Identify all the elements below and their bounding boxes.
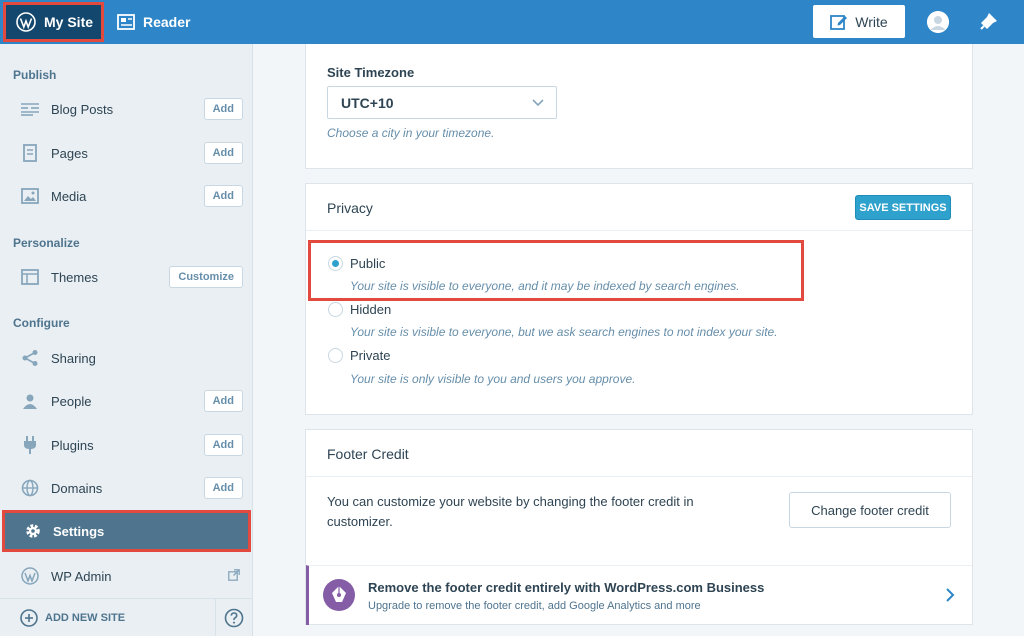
sidebar-footer: ADD NEW SITE [0,598,252,636]
user-avatar-icon [927,11,949,33]
privacy-option-public[interactable]: Public [328,256,385,271]
add-domain-button[interactable]: Add [203,477,243,499]
sidebar-item-label: Blog Posts [51,101,114,117]
add-new-site-label: ADD NEW SITE [45,612,126,624]
customize-button[interactable]: Customize [169,266,243,288]
write-button[interactable]: Write [813,5,905,38]
add-page-button[interactable]: Add [203,142,243,164]
globe-icon [20,478,40,498]
timezone-value: UTC+10 [341,94,394,111]
sidebar-item-label: Pages [51,145,88,161]
privacy-option-hidden[interactable]: Hidden [328,302,391,317]
plus-circle-icon [20,609,38,627]
footer-credit-card: Footer Credit You can customize your web… [305,429,973,625]
add-media-button[interactable]: Add [203,185,243,207]
privacy-card: Privacy SAVE SETTINGS Public Your site i… [305,183,973,415]
sidebar-heading-publish: Publish [13,68,57,82]
bell-icon [980,13,997,30]
footer-credit-text: You can customize your website by changi… [327,494,694,529]
gear-icon [23,521,43,541]
help-button[interactable] [215,599,252,636]
reader-button[interactable]: Reader [117,0,190,44]
pages-icon [20,143,40,163]
media-icon [20,186,40,206]
sidebar-item-pages[interactable]: Pages Add [0,133,252,173]
sidebar-item-media[interactable]: Media Add [0,176,252,216]
plugin-icon [20,435,40,455]
sidebar: Publish Blog Posts Add Pages Add Media A… [0,44,253,636]
sidebar-item-themes[interactable]: Themes Customize [0,257,252,297]
my-site-label: My Site [44,14,94,30]
sidebar-item-label: Media [51,188,87,204]
change-footer-credit-button[interactable]: Change footer credit [789,492,951,528]
notifications-button[interactable] [977,11,999,33]
public-radio[interactable] [328,256,343,271]
write-icon [830,14,848,30]
upsell-title: Remove the footer credit entirely with W… [368,580,765,595]
avatar[interactable] [927,11,949,33]
sidebar-item-people[interactable]: People Add [0,381,252,421]
add-new-site-button[interactable]: ADD NEW SITE [20,609,125,627]
public-label: Public [350,256,386,271]
sidebar-heading-configure: Configure [13,316,70,330]
sidebar-item-label: Plugins [51,437,94,453]
reader-label: Reader [143,14,191,30]
hidden-radio[interactable] [328,302,343,317]
sidebar-item-label: Domains [51,480,103,496]
private-radio[interactable] [328,348,343,363]
business-upsell-banner[interactable]: Remove the footer credit entirely with W… [306,565,972,625]
footer-credit-title: Footer Credit [327,446,409,462]
footer-credit-header: Footer Credit [306,430,972,477]
chevron-down-icon [532,99,544,107]
sidebar-item-settings[interactable]: Settings [2,510,251,552]
private-description: Your site is only visible to you and use… [350,372,636,386]
sidebar-item-sharing[interactable]: Sharing [0,338,252,378]
help-icon [224,608,244,628]
sidebar-heading-personalize: Personalize [13,236,80,250]
timezone-help-text: Choose a city in your timezone. [327,126,495,140]
themes-icon [20,267,40,287]
wordpress-icon [20,566,40,586]
add-blog-post-button[interactable]: Add [203,98,243,120]
add-person-button[interactable]: Add [203,390,243,412]
privacy-option-private[interactable]: Private [328,348,390,363]
reader-icon [117,14,135,30]
sidebar-item-wp-admin[interactable]: WP Admin [0,556,252,596]
wordpress-logo-icon [16,12,36,32]
masterbar: My Site Reader Write [0,0,1024,44]
hidden-label: Hidden [350,302,392,317]
sidebar-item-label: Settings [53,523,105,539]
save-settings-button[interactable]: SAVE SETTINGS [855,195,951,220]
sidebar-item-label: WP Admin [51,568,112,584]
timezone-card: Site Timezone UTC+10 Choose a city in yo… [305,44,973,169]
public-description: Your site is visible to everyone, and it… [350,279,740,293]
private-label: Private [350,348,391,363]
my-site-button[interactable]: My Site [3,2,104,42]
share-icon [20,348,40,368]
sidebar-item-domains[interactable]: Domains Add [0,468,252,508]
privacy-header: Privacy SAVE SETTINGS [306,184,972,231]
sidebar-item-label: Themes [51,269,98,285]
sidebar-item-blog-posts[interactable]: Blog Posts Add [0,89,252,129]
write-label: Write [855,13,888,30]
hidden-description: Your site is visible to everyone, but we… [350,325,778,339]
sidebar-item-plugins[interactable]: Plugins Add [0,425,252,465]
chevron-right-icon [946,588,955,602]
upsell-description: Upgrade to remove the footer credit, add… [368,600,701,612]
business-plan-icon [323,579,355,611]
add-plugin-button[interactable]: Add [203,434,243,456]
timezone-select[interactable]: UTC+10 [327,86,557,119]
timezone-label: Site Timezone [327,65,415,80]
sidebar-item-label: People [51,393,92,409]
sidebar-item-label: Sharing [51,350,96,366]
people-icon [20,391,40,411]
blog-posts-icon [20,99,40,119]
privacy-title: Privacy [327,200,373,216]
external-link-icon [228,568,240,584]
